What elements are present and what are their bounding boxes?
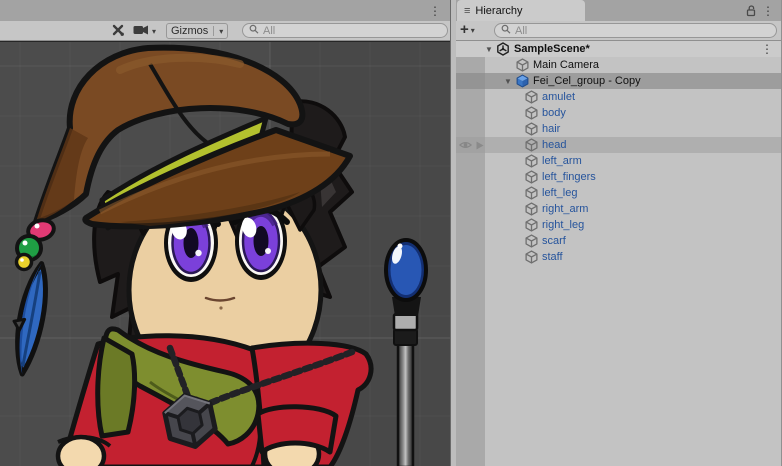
list-icon: ≡	[464, 5, 470, 17]
chevron-down-icon: ▾	[471, 26, 475, 35]
row-label: scarf	[542, 233, 566, 249]
chevron-down-icon: ▾	[219, 27, 223, 36]
gameobject-cube-icon	[524, 138, 538, 152]
gameobject-cube-icon	[524, 170, 538, 184]
scene-menu-kebab-icon[interactable]: ⋮	[429, 3, 441, 19]
camera-settings-button[interactable]: ▾	[131, 23, 158, 39]
scene-viewport[interactable]	[0, 41, 450, 466]
row-label: Main Camera	[533, 57, 599, 73]
hierarchy-row-left-fingers[interactable]: left_fingers	[456, 169, 781, 185]
lock-icon[interactable]	[745, 4, 757, 22]
row-label: left_fingers	[542, 169, 596, 185]
hierarchy-row-left-leg[interactable]: left_leg	[456, 185, 781, 201]
hierarchy-toolbar: + ▾	[456, 21, 781, 41]
divider	[213, 26, 214, 36]
gameobject-cube-icon	[524, 250, 538, 264]
visibility-eye-icon[interactable]	[459, 140, 472, 153]
expand-arrow-icon[interactable]: ▼	[482, 45, 496, 54]
row-label: head	[542, 137, 566, 153]
scene-tabbar: ⋮	[0, 0, 450, 22]
gameobject-cube-icon	[524, 234, 538, 248]
hierarchy-row-scarf[interactable]: scarf	[456, 233, 781, 249]
create-object-button[interactable]: + ▾	[460, 23, 475, 37]
scene-search-box[interactable]	[242, 23, 448, 38]
scene-row-kebab-icon[interactable]: ⋮	[761, 41, 773, 57]
gizmos-label: Gizmos	[171, 25, 208, 37]
scene-row-label: SampleScene*	[514, 41, 590, 57]
hierarchy-row-hair[interactable]: hair	[456, 121, 781, 137]
hierarchy-row-main-camera[interactable]: Main Camera	[456, 57, 781, 73]
pickability-arrow-icon[interactable]	[476, 141, 484, 153]
row-label: staff	[542, 249, 563, 265]
hierarchy-search-input[interactable]	[515, 25, 770, 37]
row-label: body	[542, 105, 566, 121]
scene-search-input[interactable]	[263, 25, 441, 37]
gameobject-cube-icon	[524, 154, 538, 168]
plus-icon: +	[460, 23, 469, 37]
hierarchy-tree: ▼ SampleScene* ⋮	[456, 41, 781, 466]
hierarchy-row-body[interactable]: body	[456, 105, 781, 121]
hierarchy-tabbar: ≡ Hierarchy ⋮	[456, 0, 781, 22]
hierarchy-row-scene[interactable]: ▼ SampleScene* ⋮	[456, 41, 781, 57]
hierarchy-row-staff[interactable]: staff	[456, 249, 781, 265]
wrench-screwdriver-icon	[110, 22, 126, 40]
hierarchy-tab-label: Hierarchy	[475, 5, 522, 17]
hierarchy-search-box[interactable]	[494, 23, 777, 38]
row-label: left_arm	[542, 153, 582, 169]
unity-editor-window: ⋮	[0, 0, 782, 466]
tool-settings-button[interactable]	[108, 23, 128, 39]
row-label: left_leg	[542, 185, 577, 201]
search-icon	[249, 22, 260, 40]
row-label: amulet	[542, 89, 575, 105]
tab-hierarchy[interactable]: ≡ Hierarchy	[457, 0, 585, 21]
gameobject-cube-icon	[515, 58, 529, 72]
hierarchy-panel: ≡ Hierarchy ⋮ + ▾	[456, 0, 782, 466]
hierarchy-row-fei-cel-group[interactable]: ▼ Fei_Cel_group - Copy	[456, 73, 781, 89]
gameobject-cube-icon	[524, 202, 538, 216]
gameobject-cube-icon	[524, 186, 538, 200]
mage-character-sprite	[0, 42, 450, 466]
hierarchy-row-right-leg[interactable]: right_leg	[456, 217, 781, 233]
expand-arrow-icon[interactable]: ▼	[501, 77, 515, 86]
hierarchy-row-amulet[interactable]: amulet	[456, 89, 781, 105]
scene-toolbar: ▾ Gizmos ▾	[0, 21, 450, 41]
hierarchy-row-head[interactable]: head	[456, 137, 781, 153]
hierarchy-row-left-arm[interactable]: left_arm	[456, 153, 781, 169]
gameobject-cube-icon	[524, 122, 538, 136]
row-label: Fei_Cel_group - Copy	[533, 73, 641, 89]
row-label: hair	[542, 121, 560, 137]
gameobject-cube-icon	[524, 106, 538, 120]
unity-scene-icon	[496, 42, 510, 56]
gameobject-cube-icon	[524, 90, 538, 104]
row-label: right_leg	[542, 217, 584, 233]
chevron-down-icon: ▾	[152, 27, 156, 36]
gameobject-cube-icon	[524, 218, 538, 232]
search-icon	[501, 22, 512, 40]
prefab-cube-icon	[515, 74, 529, 88]
gizmos-dropdown[interactable]: Gizmos ▾	[166, 23, 228, 39]
hierarchy-row-right-arm[interactable]: right_arm	[456, 201, 781, 217]
scene-view-panel: ⋮	[0, 0, 450, 466]
hierarchy-menu-kebab-icon[interactable]: ⋮	[762, 3, 774, 19]
camera-icon	[133, 24, 150, 39]
row-label: right_arm	[542, 201, 588, 217]
